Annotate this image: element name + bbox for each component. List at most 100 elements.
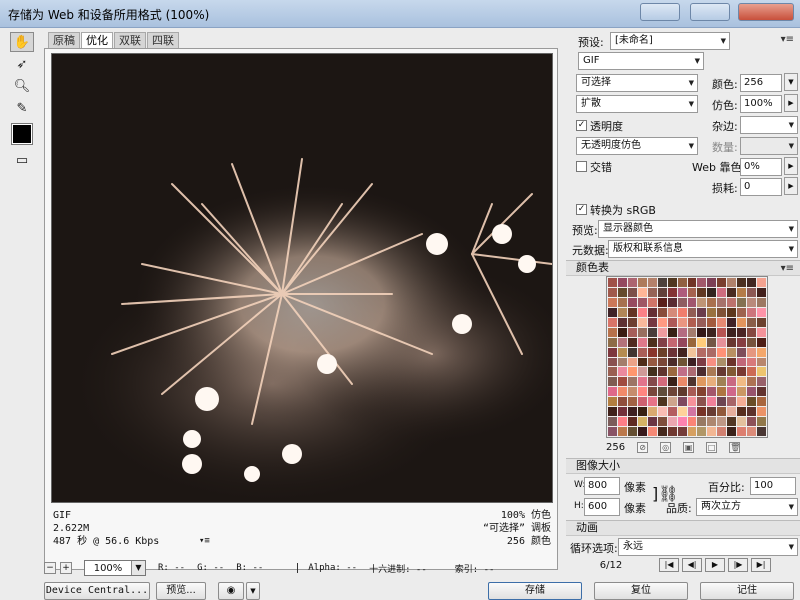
color-table-grid[interactable] xyxy=(606,276,768,438)
web-snap-stepper-icon[interactable]: ▶ xyxy=(784,157,798,175)
color-swatch[interactable] xyxy=(747,427,757,436)
color-swatch[interactable] xyxy=(667,278,677,287)
zoom-out-button[interactable]: − xyxy=(44,562,56,574)
color-swatch[interactable] xyxy=(747,297,757,307)
color-swatch[interactable] xyxy=(747,347,757,357)
color-swatch[interactable] xyxy=(667,417,677,427)
color-swatch[interactable] xyxy=(637,427,647,436)
loop-options-select[interactable]: 永远 xyxy=(618,538,798,556)
dither-stepper-icon[interactable]: ▶ xyxy=(784,94,798,112)
color-swatch[interactable] xyxy=(657,337,667,347)
color-swatch[interactable] xyxy=(707,427,717,436)
matte-select[interactable] xyxy=(740,116,798,134)
tab-optimized[interactable]: 优化 xyxy=(81,32,113,48)
file-format-select[interactable]: GIF xyxy=(578,52,704,70)
color-swatch[interactable] xyxy=(637,337,647,347)
color-swatch[interactable] xyxy=(697,367,707,377)
color-swatch[interactable] xyxy=(747,278,757,287)
color-swatch[interactable] xyxy=(667,317,677,327)
trash-icon[interactable]: 🗑︎ xyxy=(729,441,740,453)
color-swatch[interactable] xyxy=(747,397,757,407)
color-swatch[interactable] xyxy=(657,417,667,427)
color-swatch[interactable] xyxy=(657,287,667,297)
color-swatch[interactable] xyxy=(667,297,677,307)
web-shift-icon[interactable]: ◎ xyxy=(660,441,672,453)
color-swatch[interactable] xyxy=(717,377,727,387)
preview-color-select[interactable]: 显示器颜色 xyxy=(598,220,798,238)
color-swatch[interactable] xyxy=(687,278,697,287)
color-swatch[interactable] xyxy=(707,297,717,307)
hand-tool-icon[interactable]: ✋ xyxy=(10,32,34,52)
color-swatch[interactable] xyxy=(617,407,627,417)
color-swatch[interactable] xyxy=(747,317,757,327)
color-swatch[interactable] xyxy=(677,297,687,307)
color-swatch[interactable] xyxy=(647,317,657,327)
color-table-menu-icon[interactable]: ▾≡ xyxy=(781,262,794,276)
color-swatch[interactable] xyxy=(687,377,697,387)
color-swatch[interactable] xyxy=(667,427,677,436)
color-swatch[interactable] xyxy=(707,367,717,377)
color-swatch[interactable] xyxy=(737,427,747,436)
color-swatch[interactable] xyxy=(637,387,647,397)
color-swatch[interactable] xyxy=(757,297,766,307)
color-swatch[interactable] xyxy=(637,397,647,407)
color-swatch[interactable] xyxy=(617,357,627,367)
color-swatch[interactable] xyxy=(747,387,757,397)
color-swatch[interactable] xyxy=(677,287,687,297)
lossy-stepper-icon[interactable]: ▶ xyxy=(784,177,798,195)
color-swatch[interactable] xyxy=(707,387,717,397)
color-swatch[interactable] xyxy=(727,287,737,297)
color-swatch[interactable] xyxy=(647,287,657,297)
color-swatch[interactable] xyxy=(657,367,667,377)
color-swatch[interactable] xyxy=(727,317,737,327)
optimize-menu-icon[interactable]: ▾≡ xyxy=(781,34,794,45)
color-swatch[interactable] xyxy=(747,307,757,317)
color-swatch[interactable] xyxy=(667,407,677,417)
color-swatch[interactable] xyxy=(697,317,707,327)
color-swatch[interactable] xyxy=(677,387,687,397)
color-swatch[interactable] xyxy=(627,287,637,297)
color-swatch[interactable] xyxy=(717,387,727,397)
color-swatch[interactable] xyxy=(677,347,687,357)
color-swatch[interactable] xyxy=(687,337,697,347)
play-icon[interactable]: ▶ xyxy=(705,558,725,572)
color-swatch[interactable] xyxy=(697,417,707,427)
color-swatch[interactable] xyxy=(627,337,637,347)
height-input[interactable]: 600 xyxy=(584,498,620,516)
color-swatch[interactable] xyxy=(707,307,717,317)
color-swatch[interactable] xyxy=(707,317,717,327)
color-swatch[interactable] xyxy=(707,357,717,367)
browser-icon[interactable]: ◉ xyxy=(218,582,244,600)
color-swatch[interactable] xyxy=(637,367,647,377)
color-swatch[interactable] xyxy=(687,327,697,337)
color-swatch[interactable] xyxy=(657,387,667,397)
color-swatch[interactable] xyxy=(637,357,647,367)
color-swatch[interactable] xyxy=(707,397,717,407)
color-swatch[interactable] xyxy=(757,347,766,357)
color-swatch[interactable] xyxy=(737,347,747,357)
color-swatch[interactable] xyxy=(647,367,657,377)
color-swatch[interactable] xyxy=(727,417,737,427)
color-swatch[interactable] xyxy=(707,347,717,357)
color-swatch[interactable] xyxy=(608,307,617,317)
lock-color-icon[interactable]: ▣ xyxy=(683,441,695,453)
color-swatch[interactable] xyxy=(697,407,707,417)
color-swatch[interactable] xyxy=(667,367,677,377)
color-swatch[interactable] xyxy=(657,297,667,307)
color-swatch[interactable] xyxy=(687,427,697,436)
color-swatch[interactable] xyxy=(737,287,747,297)
close-button[interactable] xyxy=(738,3,794,21)
color-swatch[interactable] xyxy=(647,387,657,397)
color-swatch[interactable] xyxy=(677,397,687,407)
color-swatch[interactable] xyxy=(757,357,766,367)
color-swatch[interactable] xyxy=(717,297,727,307)
color-swatch[interactable] xyxy=(697,287,707,297)
color-swatch[interactable] xyxy=(697,337,707,347)
color-swatch[interactable] xyxy=(747,337,757,347)
color-swatch[interactable] xyxy=(747,417,757,427)
color-swatch[interactable] xyxy=(647,407,657,417)
color-swatch[interactable] xyxy=(657,278,667,287)
color-swatch[interactable] xyxy=(647,377,657,387)
color-swatch[interactable] xyxy=(608,387,617,397)
color-swatch[interactable] xyxy=(757,387,766,397)
